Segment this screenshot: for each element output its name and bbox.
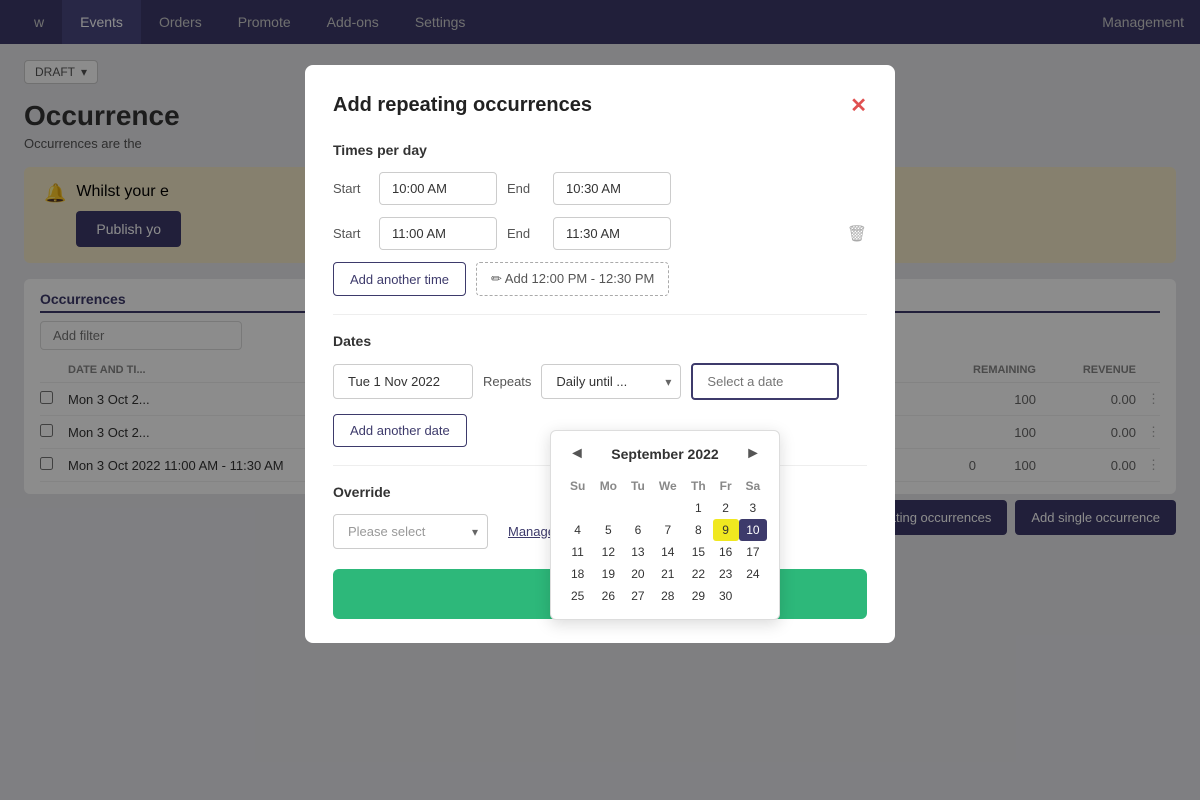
calendar-day[interactable]: 8 [684, 519, 712, 541]
modal-header: Add repeating occurrences ✕ [333, 93, 867, 118]
calendar-day[interactable]: 24 [739, 563, 767, 585]
calendar-day[interactable]: 7 [651, 519, 684, 541]
add-time-buttons: Add another time ✏ Add 12:00 PM - 12:30 … [333, 262, 867, 296]
end-label-1: End [507, 181, 543, 196]
end-time-2[interactable] [553, 217, 671, 250]
select-date-input[interactable] [691, 363, 839, 400]
cal-header-su: Su [563, 475, 592, 497]
calendar-header: ◄ September 2022 ► [563, 443, 767, 465]
calendar-next-button[interactable]: ► [739, 443, 767, 465]
calendar-day[interactable]: 29 [684, 585, 712, 607]
delete-time-icon[interactable]: 🗑 [847, 224, 867, 244]
calendar-day[interactable]: 11 [563, 541, 592, 563]
calendar-day[interactable]: 14 [651, 541, 684, 563]
calendar-day[interactable]: 28 [651, 585, 684, 607]
calendar-day[interactable]: 19 [592, 563, 624, 585]
start-time-1[interactable] [379, 172, 497, 205]
calendar-day[interactable]: 17 [739, 541, 767, 563]
time-row-2: Start End 🗑 [333, 217, 867, 250]
override-select[interactable]: Please select [333, 514, 488, 549]
add-another-date-button[interactable]: Add another date [333, 414, 467, 447]
start-label-2: Start [333, 226, 369, 241]
calendar-day[interactable]: 23 [713, 563, 739, 585]
calendar-day [592, 497, 624, 519]
calendar-day[interactable]: 27 [624, 585, 651, 607]
calendar-day[interactable]: 9 [713, 519, 739, 541]
start-time-2[interactable] [379, 217, 497, 250]
repeats-label: Repeats [483, 374, 531, 389]
add-suggested-time-button[interactable]: ✏ Add 12:00 PM - 12:30 PM [476, 262, 669, 296]
calendar-day[interactable]: 25 [563, 585, 592, 607]
calendar-day [651, 497, 684, 519]
calendar-day[interactable]: 26 [592, 585, 624, 607]
times-section-label: Times per day [333, 142, 867, 158]
end-label-2: End [507, 226, 543, 241]
calendar-day [563, 497, 592, 519]
cal-header-we: We [651, 475, 684, 497]
calendar-day[interactable]: 13 [624, 541, 651, 563]
calendar-day[interactable]: 10 [739, 519, 767, 541]
cal-header-fr: Fr [713, 475, 739, 497]
calendar-day[interactable]: 1 [684, 497, 712, 519]
date-input[interactable] [333, 364, 473, 399]
calendar-day[interactable]: 6 [624, 519, 651, 541]
calendar-day[interactable]: 22 [684, 563, 712, 585]
calendar-day[interactable]: 21 [651, 563, 684, 585]
modal-title: Add repeating occurrences [333, 94, 592, 117]
repeats-select[interactable]: Daily until ... [541, 364, 681, 399]
calendar-day[interactable]: 20 [624, 563, 651, 585]
calendar-prev-button[interactable]: ◄ [563, 443, 591, 465]
end-time-1[interactable] [553, 172, 671, 205]
calendar-day [739, 585, 767, 607]
date-row: Repeats Daily until ... [333, 363, 867, 400]
calendar-day[interactable]: 18 [563, 563, 592, 585]
cal-header-th: Th [684, 475, 712, 497]
calendar-day[interactable]: 16 [713, 541, 739, 563]
calendar-day[interactable]: 4 [563, 519, 592, 541]
calendar-day[interactable]: 12 [592, 541, 624, 563]
start-label-1: Start [333, 181, 369, 196]
override-select-wrapper: Please select [333, 514, 488, 549]
dates-section-label: Dates [333, 333, 867, 349]
calendar-day[interactable]: 3 [739, 497, 767, 519]
calendar-dropdown: ◄ September 2022 ► Su Mo Tu We Th Fr Sa … [550, 430, 780, 620]
calendar-day[interactable]: 2 [713, 497, 739, 519]
calendar-day[interactable]: 5 [592, 519, 624, 541]
close-button[interactable]: ✕ [850, 93, 867, 118]
calendar-day [624, 497, 651, 519]
calendar-day[interactable]: 30 [713, 585, 739, 607]
calendar-day[interactable]: 15 [684, 541, 712, 563]
add-another-time-button[interactable]: Add another time [333, 262, 466, 296]
time-row-1: Start End [333, 172, 867, 205]
repeats-select-wrapper: Daily until ... [541, 364, 681, 399]
cal-header-mo: Mo [592, 475, 624, 497]
calendar-month-year: September 2022 [611, 446, 718, 462]
cal-header-sa: Sa [739, 475, 767, 497]
cal-header-tu: Tu [624, 475, 651, 497]
calendar-grid: Su Mo Tu We Th Fr Sa 1234567891011121314… [563, 475, 767, 607]
